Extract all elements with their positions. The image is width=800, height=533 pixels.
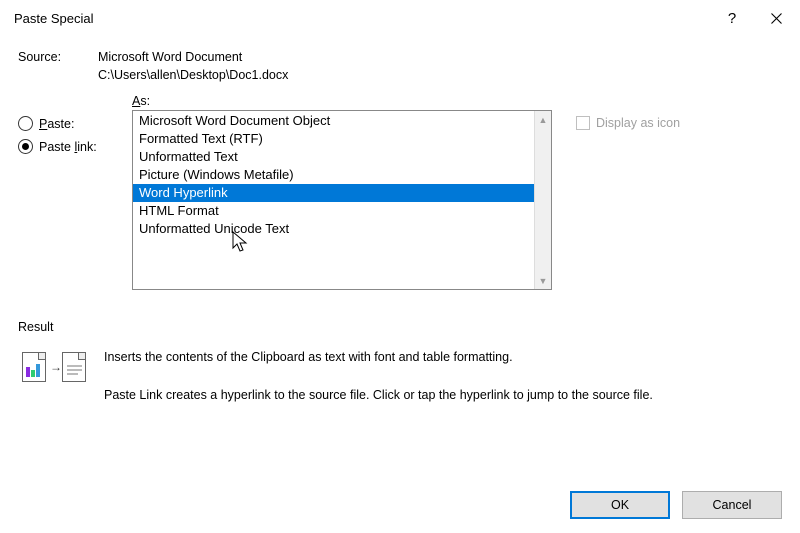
- list-item[interactable]: Microsoft Word Document Object: [133, 112, 534, 130]
- scroll-down-icon[interactable]: ▼: [535, 272, 551, 289]
- list-item[interactable]: Unformatted Text: [133, 148, 534, 166]
- list-item[interactable]: Formatted Text (RTF): [133, 130, 534, 148]
- dialog-title: Paste Special: [14, 11, 94, 26]
- listbox-scrollbar[interactable]: ▲ ▼: [534, 111, 551, 289]
- source-app: Microsoft Word Document: [98, 50, 242, 64]
- close-icon: [771, 13, 782, 24]
- radio-icon: [18, 139, 33, 154]
- format-listbox[interactable]: Microsoft Word Document Object Formatted…: [132, 110, 552, 290]
- radio-paste-link[interactable]: Paste link:: [18, 139, 118, 154]
- source-label: Source:: [18, 50, 98, 64]
- ok-button[interactable]: OK: [570, 491, 670, 519]
- list-item[interactable]: HTML Format: [133, 202, 534, 220]
- result-description: Inserts the contents of the Clipboard as…: [104, 348, 653, 404]
- result-label: Result: [18, 320, 782, 334]
- cancel-button[interactable]: Cancel: [682, 491, 782, 519]
- scroll-up-icon[interactable]: ▲: [535, 111, 551, 128]
- title-bar: Paste Special ?: [0, 0, 800, 36]
- result-icon: →: [22, 348, 86, 388]
- help-button[interactable]: ?: [712, 0, 752, 36]
- close-button[interactable]: [752, 0, 800, 36]
- source-path: C:\Users\allen\Desktop\Doc1.docx: [98, 68, 288, 82]
- checkbox-icon: [576, 116, 590, 130]
- radio-icon: [18, 116, 33, 131]
- list-item[interactable]: Word Hyperlink: [133, 184, 534, 202]
- display-as-icon-checkbox: Display as icon: [576, 116, 680, 130]
- as-label: As:: [132, 94, 552, 108]
- list-item[interactable]: Picture (Windows Metafile): [133, 166, 534, 184]
- radio-paste[interactable]: Paste:: [18, 116, 118, 131]
- list-item[interactable]: Unformatted Unicode Text: [133, 220, 534, 238]
